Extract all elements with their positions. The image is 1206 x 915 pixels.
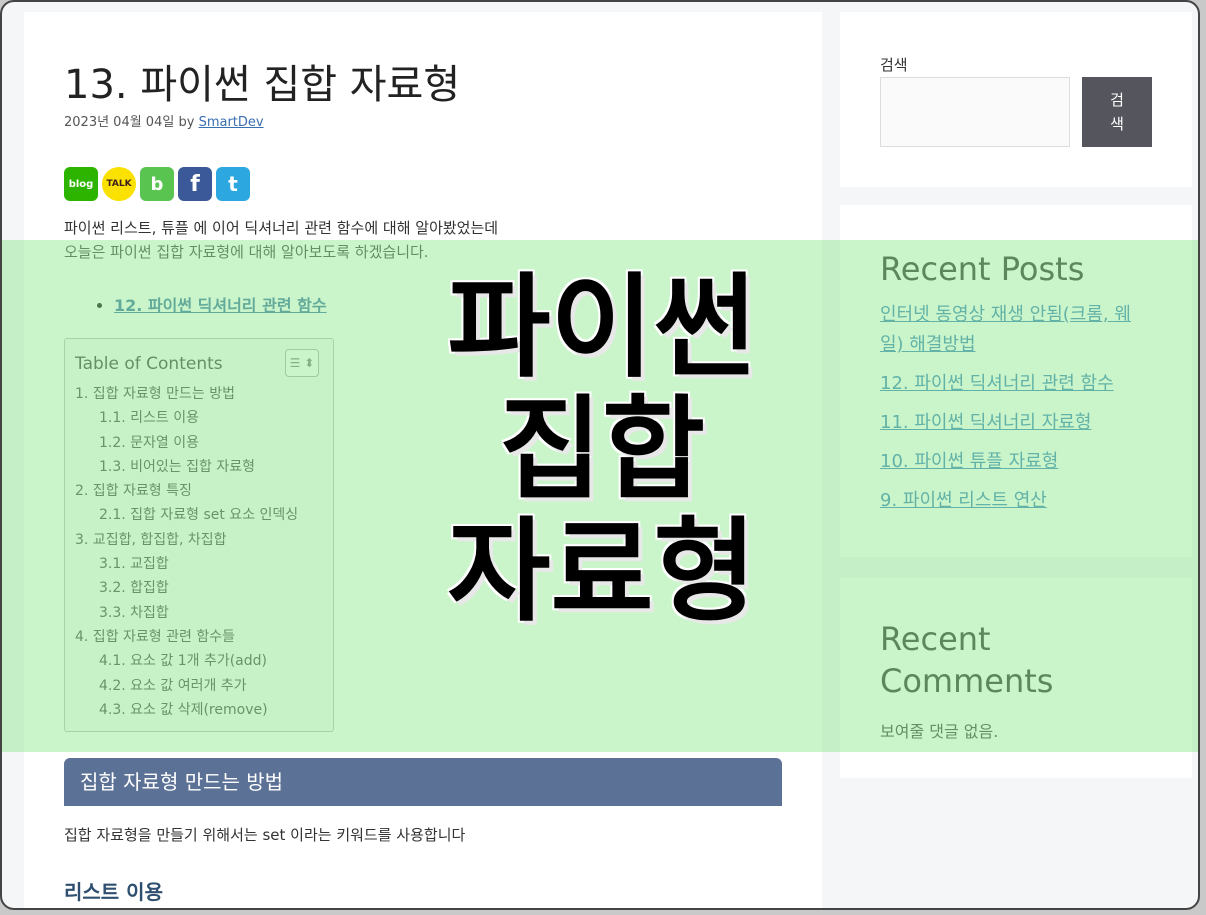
band-share-icon[interactable]: b (140, 167, 174, 201)
title-overlay-text: 파이썬 집합 자료형 (362, 267, 842, 633)
section-heading: 집합 자료형 만드는 방법 (64, 758, 782, 806)
intro-line: 파이썬 리스트, 튜플 에 이어 딕셔너리 관련 함수에 대해 알아봤었는데 (64, 219, 499, 237)
author-link[interactable]: SmartDev (199, 115, 264, 130)
overlay-line: 자료형 (447, 507, 757, 637)
facebook-share-icon[interactable]: f (178, 167, 212, 201)
post-date: 2023년 04월 04일 (64, 115, 175, 130)
post-meta: 2023년 04월 04일 by SmartDev (64, 111, 264, 130)
twitter-share-icon[interactable]: t (216, 167, 250, 201)
kakaotalk-share-icon[interactable]: TALK (102, 167, 136, 201)
subheading: 리스트 이용 (64, 880, 163, 904)
browser-frame: 13. 파이썬 집합 자료형 2023년 04월 04일 by SmartDev… (0, 0, 1200, 910)
search-button[interactable]: 검색 (1082, 77, 1152, 147)
overlay-line: 파이썬 (447, 263, 757, 393)
section-text: 집합 자료형을 만들기 위해서는 set 이라는 키워드를 사용합니다 (64, 826, 466, 844)
search-button-label: 검색 (1110, 91, 1124, 133)
post-by: by (178, 115, 195, 130)
search-input[interactable] (880, 77, 1070, 147)
share-bar: blog TALK b f t (64, 167, 250, 201)
overlay-line: 집합 (498, 385, 706, 515)
naver-blog-share-icon[interactable]: blog (64, 167, 98, 201)
page-title: 13. 파이썬 집합 자료형 (64, 62, 461, 108)
search-widget: 검색 검색 (840, 12, 1192, 187)
search-label: 검색 (880, 56, 908, 74)
